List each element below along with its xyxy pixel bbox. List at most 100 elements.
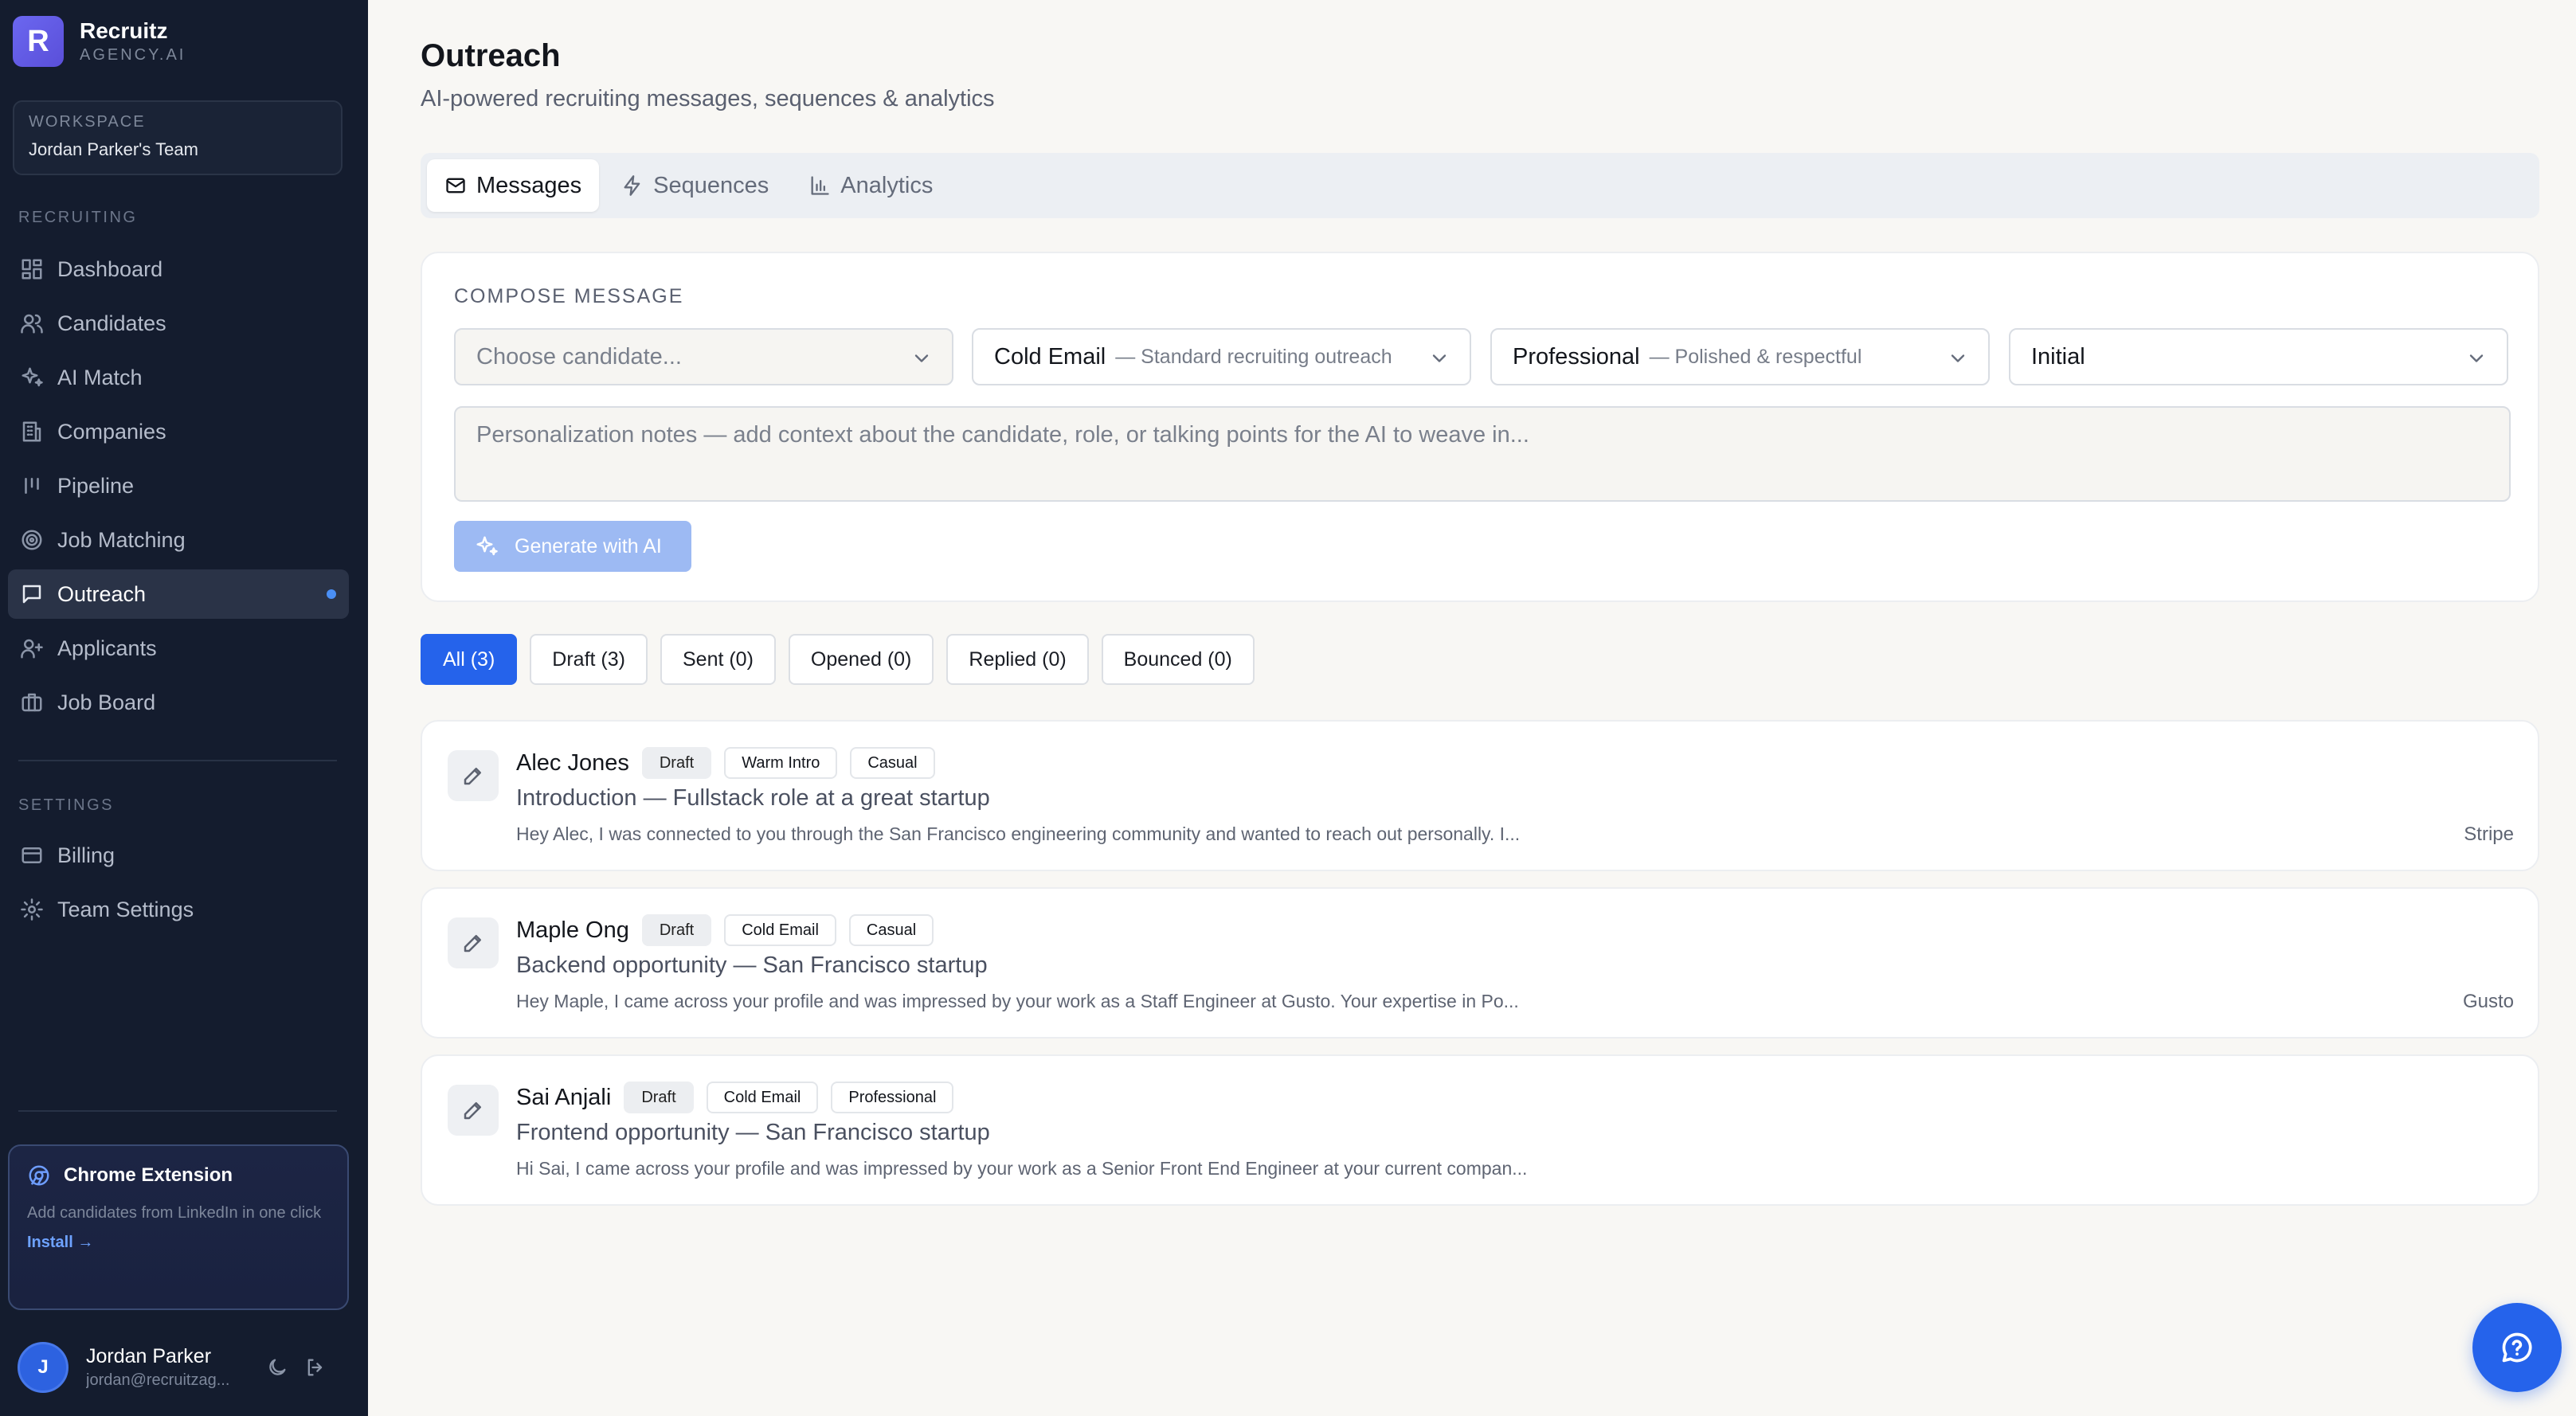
sidebar-item-billing[interactable]: Billing: [8, 831, 349, 880]
pencil-icon: [448, 750, 499, 801]
user-profile: J Jordan Parker jordan@recruitzag...: [18, 1342, 352, 1393]
tab-messages[interactable]: Messages: [427, 159, 600, 212]
message-preview: Hey Alec, I was connected to you through…: [516, 823, 1521, 844]
sidebar-item-label: Applicants: [57, 636, 157, 660]
filter-all[interactable]: All (3): [421, 634, 518, 685]
sparkles-icon: [19, 365, 45, 390]
app-root: R Recruitz AGENCY.AI WORKSPACE Jordan Pa…: [0, 0, 2576, 1416]
tone-badge: Casual: [850, 747, 935, 779]
sidebar-item-companies[interactable]: Companies: [8, 407, 349, 456]
compose-label: COMPOSE MESSAGE: [454, 285, 684, 307]
message-card[interactable]: Sai Anjali Draft Cold Email Professional…: [421, 1054, 2539, 1206]
sidebar-item-label: Dashboard: [57, 256, 163, 281]
message-subject: Frontend opportunity — San Francisco sta…: [516, 1120, 990, 1145]
sidebar-item-label: Outreach: [57, 581, 147, 606]
logout-button[interactable]: [299, 1351, 331, 1383]
user-email: jordan@recruitzag...: [86, 1371, 230, 1389]
message-preview: Hi Sai, I came across your profile and w…: [516, 1158, 1528, 1179]
avatar[interactable]: J: [18, 1342, 69, 1393]
filter-draft[interactable]: Draft (3): [530, 634, 648, 685]
tone-badge: Casual: [848, 914, 934, 946]
tab-label: Sequences: [653, 172, 769, 198]
tone-badge: Professional: [831, 1082, 954, 1113]
extension-title: Chrome Extension: [64, 1164, 233, 1186]
extension-description: Add candidates from LinkedIn in one clic…: [27, 1204, 322, 1222]
generate-label: Generate with AI: [515, 534, 662, 557]
bar-chart-icon: [811, 176, 829, 195]
sidebar-item-ai-match[interactable]: AI Match: [8, 353, 349, 402]
candidate-name: Sai Anjali: [516, 1084, 612, 1110]
filter-sent[interactable]: Sent (0): [660, 634, 776, 685]
section-label-recruiting: RECRUITING: [18, 209, 138, 226]
stage-value: Initial: [2031, 343, 2085, 370]
extension-install-link[interactable]: Install →: [27, 1234, 330, 1252]
theme-toggle-button[interactable]: [261, 1351, 293, 1383]
filter-replied[interactable]: Replied (0): [946, 634, 1089, 685]
chevron-down-icon: [2465, 347, 2488, 370]
chat-support-button[interactable]: [2472, 1303, 2562, 1392]
status-filter-bar: All (3) Draft (3) Sent (0) Opened (0) Re…: [421, 634, 1267, 685]
chevron-down-icon: [910, 347, 933, 370]
sidebar-item-outreach[interactable]: Outreach: [8, 569, 349, 619]
dashboard-icon: [19, 256, 45, 282]
message-card[interactable]: Alec Jones Draft Warm Intro Casual Intro…: [421, 720, 2539, 871]
sidebar-item-applicants[interactable]: Applicants: [8, 624, 349, 673]
candidate-name: Maple Ong: [516, 917, 629, 943]
target-icon: [19, 527, 45, 553]
candidate-select[interactable]: Choose candidate...: [454, 328, 953, 385]
workspace-name: Jordan Parker's Team: [29, 139, 198, 159]
sidebar-item-label: Companies: [57, 419, 166, 444]
type-badge: Warm Intro: [724, 747, 838, 779]
tab-sequences[interactable]: Sequences: [604, 159, 786, 212]
mail-icon: [446, 178, 465, 194]
sidebar-item-dashboard[interactable]: Dashboard: [8, 244, 349, 294]
personalization-notes-input[interactable]: Personalization notes — add context abou…: [454, 406, 2511, 502]
users-icon: [19, 311, 45, 336]
page-title: Outreach: [421, 38, 561, 73]
candidate-placeholder: Choose candidate...: [476, 343, 682, 370]
type-badge: Cold Email: [706, 1082, 819, 1113]
pencil-icon: [448, 1085, 499, 1136]
sidebar-item-label: Job Board: [57, 690, 156, 714]
sidebar: R Recruitz AGENCY.AI WORKSPACE Jordan Pa…: [0, 0, 368, 1416]
brand[interactable]: R Recruitz AGENCY.AI: [13, 16, 186, 67]
sidebar-item-pipeline[interactable]: Pipeline: [8, 461, 349, 510]
chrome-extension-card: Chrome Extension Add candidates from Lin…: [8, 1144, 349, 1310]
brand-logo: R: [13, 16, 64, 67]
main-content: Outreach AI-powered recruiting messages,…: [368, 0, 2576, 1416]
status-badge: Draft: [641, 747, 712, 779]
candidate-name: Alec Jones: [516, 749, 629, 776]
tab-analytics[interactable]: Analytics: [791, 159, 950, 212]
tab-label: Analytics: [840, 172, 934, 198]
compose-message-panel: COMPOSE MESSAGE Choose candidate... Cold…: [421, 252, 2539, 602]
workspace-switcher[interactable]: WORKSPACE Jordan Parker's Team: [13, 100, 343, 175]
message-icon: [19, 581, 45, 607]
pencil-icon: [448, 917, 499, 968]
filter-bounced[interactable]: Bounced (0): [1101, 634, 1255, 685]
sidebar-item-label: Job Matching: [57, 527, 186, 552]
sidebar-item-job-board[interactable]: Job Board: [8, 678, 349, 727]
sidebar-divider: [18, 760, 337, 761]
section-label-settings: SETTINGS: [18, 796, 115, 814]
credit-card-icon: [19, 843, 45, 868]
sidebar-item-label: AI Match: [57, 365, 143, 389]
message-type-select[interactable]: Cold Email — Standard recruiting outreac…: [972, 328, 1471, 385]
sidebar-item-job-matching[interactable]: Job Matching: [8, 515, 349, 565]
filter-opened[interactable]: Opened (0): [788, 634, 934, 685]
tone-select[interactable]: Professional — Polished & respectful: [1490, 328, 1990, 385]
sidebar-item-candidates[interactable]: Candidates: [8, 299, 349, 348]
message-card[interactable]: Maple Ong Draft Cold Email Casual Backen…: [421, 887, 2539, 1039]
user-name: Jordan Parker: [86, 1345, 212, 1367]
tab-label: Messages: [476, 172, 582, 198]
sidebar-item-team-settings[interactable]: Team Settings: [8, 885, 349, 934]
moon-icon: [269, 1359, 286, 1375]
workspace-label: WORKSPACE: [29, 113, 146, 131]
message-subject: Backend opportunity — San Francisco star…: [516, 952, 988, 978]
status-badge: Draft: [641, 914, 712, 946]
tone-hint: — Polished & respectful: [1649, 345, 1862, 368]
type-badge: Cold Email: [724, 914, 836, 946]
message-type-hint: — Standard recruiting outreach: [1115, 345, 1392, 368]
generate-with-ai-button[interactable]: Generate with AI: [454, 521, 691, 572]
stage-select[interactable]: Initial: [2009, 328, 2508, 385]
zap-icon: [624, 175, 640, 196]
